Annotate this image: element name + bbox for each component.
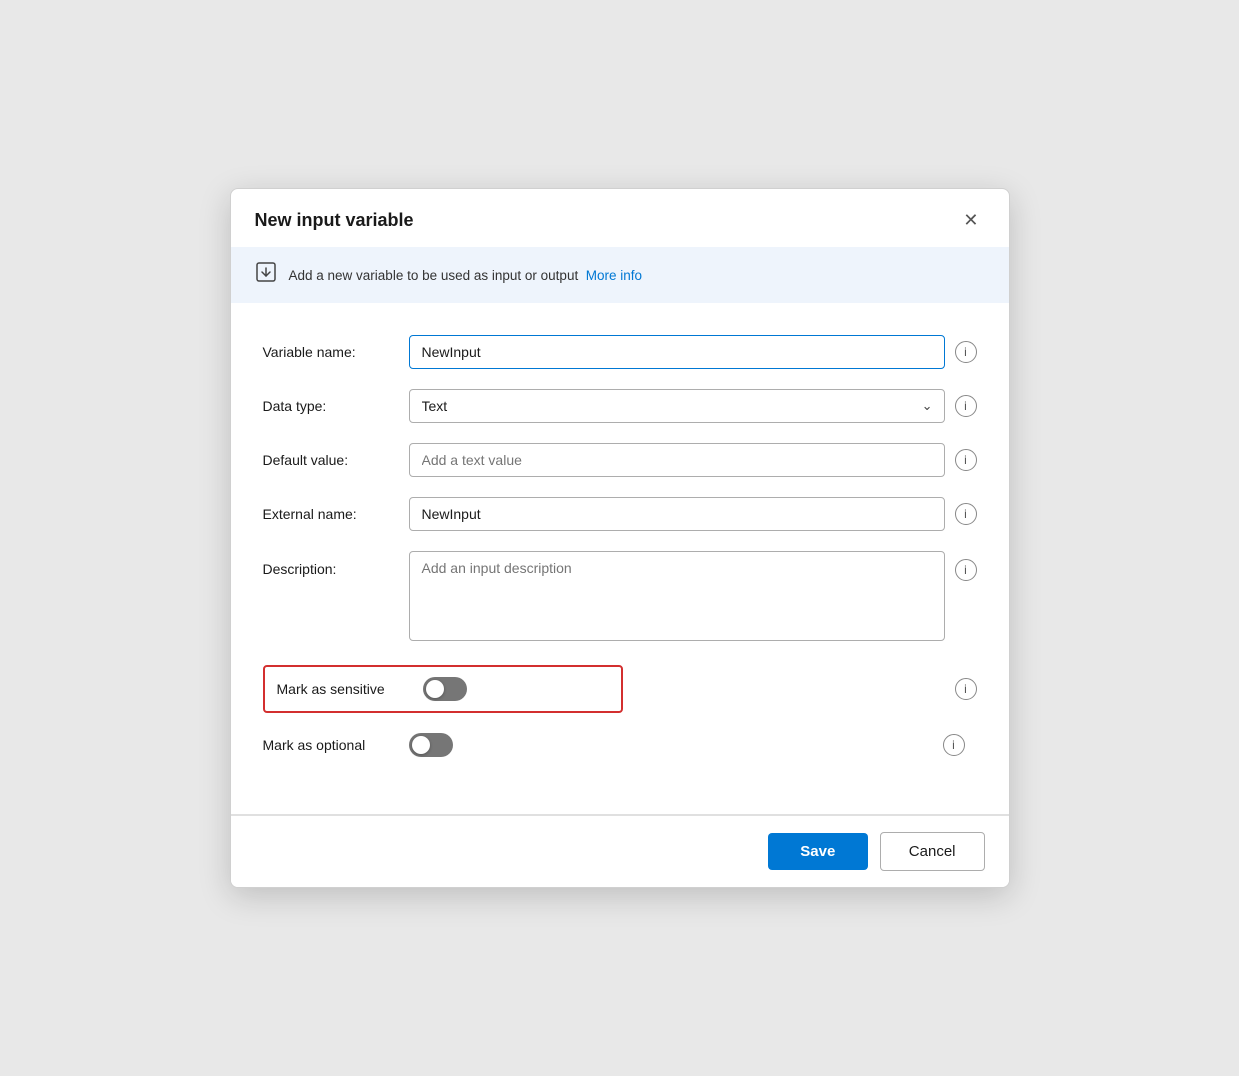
banner-text: Add a new variable to be used as input o… — [289, 268, 643, 283]
mark-optional-info-icon[interactable]: i — [943, 734, 965, 756]
data-type-row: Data type: Text Number Boolean List Data… — [263, 389, 977, 423]
mark-optional-row: Mark as optional i — [263, 721, 977, 769]
dialog-title: New input variable — [255, 210, 414, 231]
data-type-label: Data type: — [263, 398, 393, 414]
dialog-footer: Save Cancel — [231, 815, 1009, 887]
variable-name-control: i — [409, 335, 977, 369]
external-name-control: i — [409, 497, 977, 531]
default-value-info-icon[interactable]: i — [955, 449, 977, 471]
new-input-variable-dialog: New input variable ✕ Add a new variable … — [230, 188, 1010, 888]
external-name-input[interactable] — [409, 497, 945, 531]
data-type-info-icon[interactable]: i — [955, 395, 977, 417]
description-row: Description: i — [263, 551, 977, 641]
form-body: Variable name: i Data type: Text Number … — [231, 311, 1009, 814]
save-button[interactable]: Save — [768, 833, 868, 870]
close-button[interactable]: ✕ — [957, 207, 984, 233]
variable-name-input[interactable] — [409, 335, 945, 369]
default-value-control: i — [409, 443, 977, 477]
mark-optional-label: Mark as optional — [263, 737, 393, 753]
info-banner: Add a new variable to be used as input o… — [231, 247, 1009, 303]
default-value-row: Default value: i — [263, 443, 977, 477]
mark-optional-toggle[interactable] — [409, 733, 453, 757]
mark-sensitive-toggle[interactable] — [423, 677, 467, 701]
description-textarea[interactable] — [409, 551, 945, 641]
default-value-input[interactable] — [409, 443, 945, 477]
toggle-section: Mark as sensitive i Mark as optional — [263, 665, 977, 769]
description-info-icon[interactable]: i — [955, 559, 977, 581]
data-type-control: Text Number Boolean List DataTable Datet… — [409, 389, 977, 423]
mark-sensitive-info-icon[interactable]: i — [955, 678, 977, 700]
mark-sensitive-label: Mark as sensitive — [277, 681, 407, 697]
data-type-select[interactable]: Text Number Boolean List DataTable Datet… — [409, 389, 945, 423]
external-name-row: External name: i — [263, 497, 977, 531]
variable-name-info-icon[interactable]: i — [955, 341, 977, 363]
variable-name-label: Variable name: — [263, 344, 393, 360]
mark-sensitive-row: Mark as sensitive — [263, 665, 623, 713]
external-name-info-icon[interactable]: i — [955, 503, 977, 525]
external-name-label: External name: — [263, 506, 393, 522]
dialog-header: New input variable ✕ — [231, 189, 1009, 247]
description-control: i — [409, 551, 977, 641]
data-type-select-wrap: Text Number Boolean List DataTable Datet… — [409, 389, 945, 423]
more-info-link[interactable]: More info — [586, 268, 642, 283]
description-label: Description: — [263, 551, 393, 577]
cancel-button[interactable]: Cancel — [880, 832, 985, 871]
default-value-label: Default value: — [263, 452, 393, 468]
variable-name-row: Variable name: i — [263, 335, 977, 369]
download-icon — [255, 261, 277, 289]
